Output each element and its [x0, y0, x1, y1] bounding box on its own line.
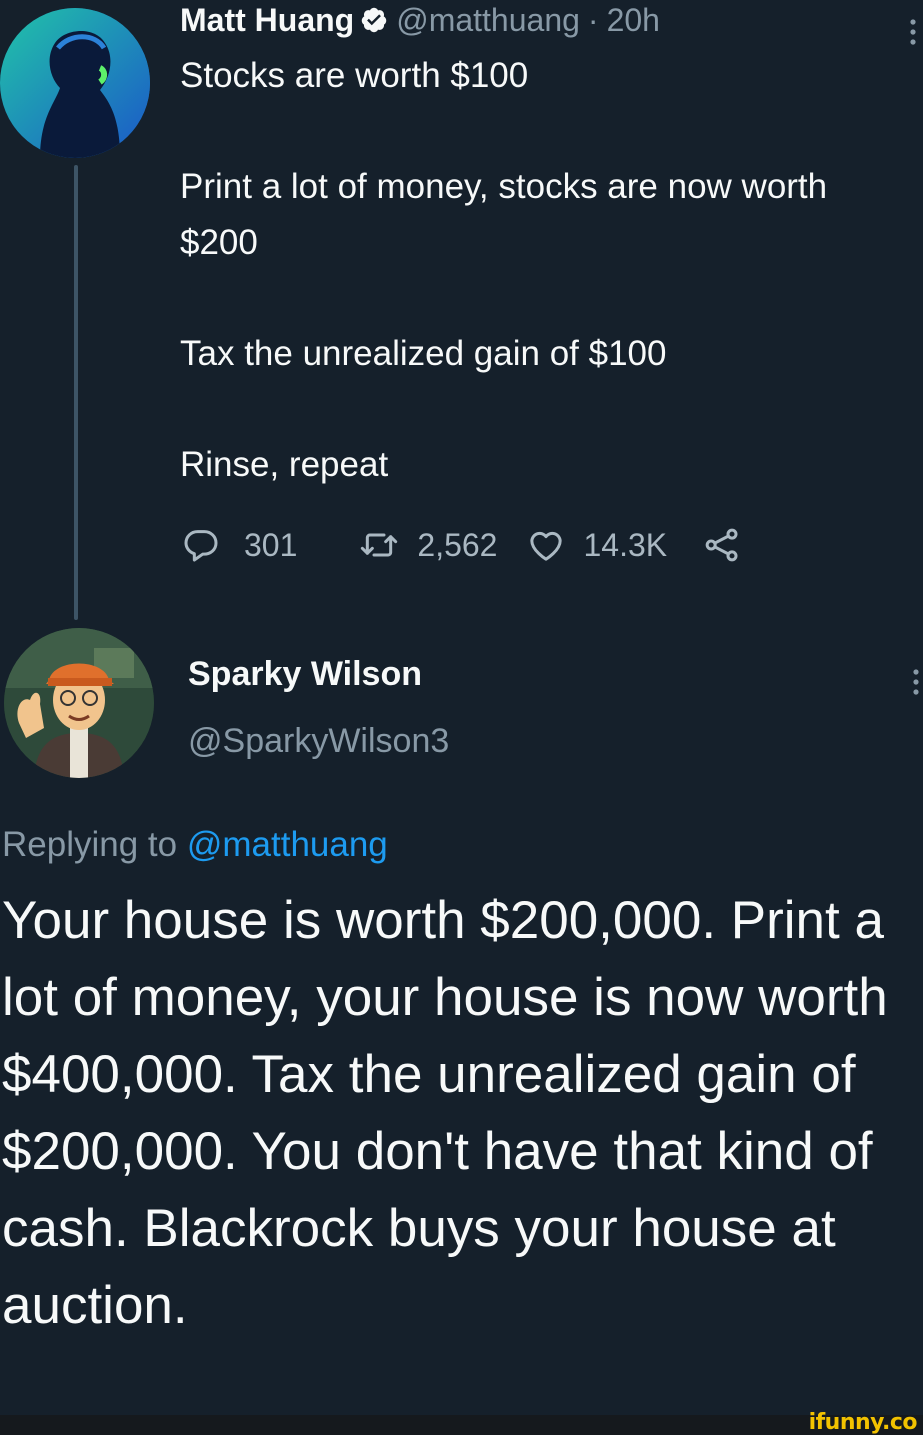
- retweet-icon: [361, 533, 398, 557]
- retweet-button[interactable]: 2,562: [357, 525, 497, 565]
- watermark-strip: [0, 1415, 923, 1435]
- tweet-actions-bar: 301 2,562 14.3K: [180, 520, 743, 570]
- avatar-image: [4, 628, 154, 778]
- thread-connector-line: [74, 165, 78, 620]
- author-name[interactable]: Matt Huang: [180, 2, 354, 39]
- reply-author-name[interactable]: Sparky Wilson: [188, 655, 422, 694]
- reply-more-icon[interactable]: [913, 668, 919, 698]
- reply-icon: [184, 530, 218, 562]
- avatar-sparky-wilson[interactable]: [4, 628, 154, 778]
- share-button[interactable]: [701, 525, 743, 565]
- replying-to-mention[interactable]: @matthuang: [187, 825, 388, 864]
- avatar-matt-huang[interactable]: [0, 8, 150, 158]
- tweet-paragraph: Stocks are worth $100: [180, 56, 529, 95]
- tweet-paragraph: Rinse, repeat: [180, 445, 389, 484]
- like-icon: [530, 531, 563, 561]
- tweet-timestamp[interactable]: 20h: [607, 2, 660, 39]
- ifunny-watermark: ifunny.co: [808, 1410, 918, 1435]
- share-icon: [705, 528, 738, 562]
- avatar-image: [0, 8, 150, 158]
- retweet-count: 2,562: [417, 526, 498, 563]
- tweet-paragraph: Print a lot of money, stocks are now wor…: [180, 167, 828, 262]
- author-handle[interactable]: @matthuang: [396, 2, 580, 39]
- reply-button[interactable]: 301: [180, 525, 297, 565]
- like-count: 14.3K: [583, 526, 668, 563]
- replying-to-label: Replying to: [2, 825, 178, 864]
- more-icon[interactable]: [910, 18, 916, 48]
- separator-dot: ·: [587, 1, 599, 38]
- verified-badge-icon: [361, 7, 387, 33]
- tweet-header: Matt Huang @matthuang · 20h: [180, 0, 660, 40]
- replying-to-line: Replying to @matthuang: [2, 825, 388, 865]
- reply-count: 301: [244, 526, 298, 563]
- tweet-text: Stocks are worth $100 Print a lot of mon…: [180, 48, 900, 548]
- reply-author-handle[interactable]: @SparkyWilson3: [188, 722, 449, 761]
- like-button[interactable]: 14.3K: [525, 525, 667, 565]
- reply-text: Your house is worth $200,000. Print a lo…: [2, 891, 888, 1335]
- tweet-paragraph: Tax the unrealized gain of $100: [180, 334, 667, 373]
